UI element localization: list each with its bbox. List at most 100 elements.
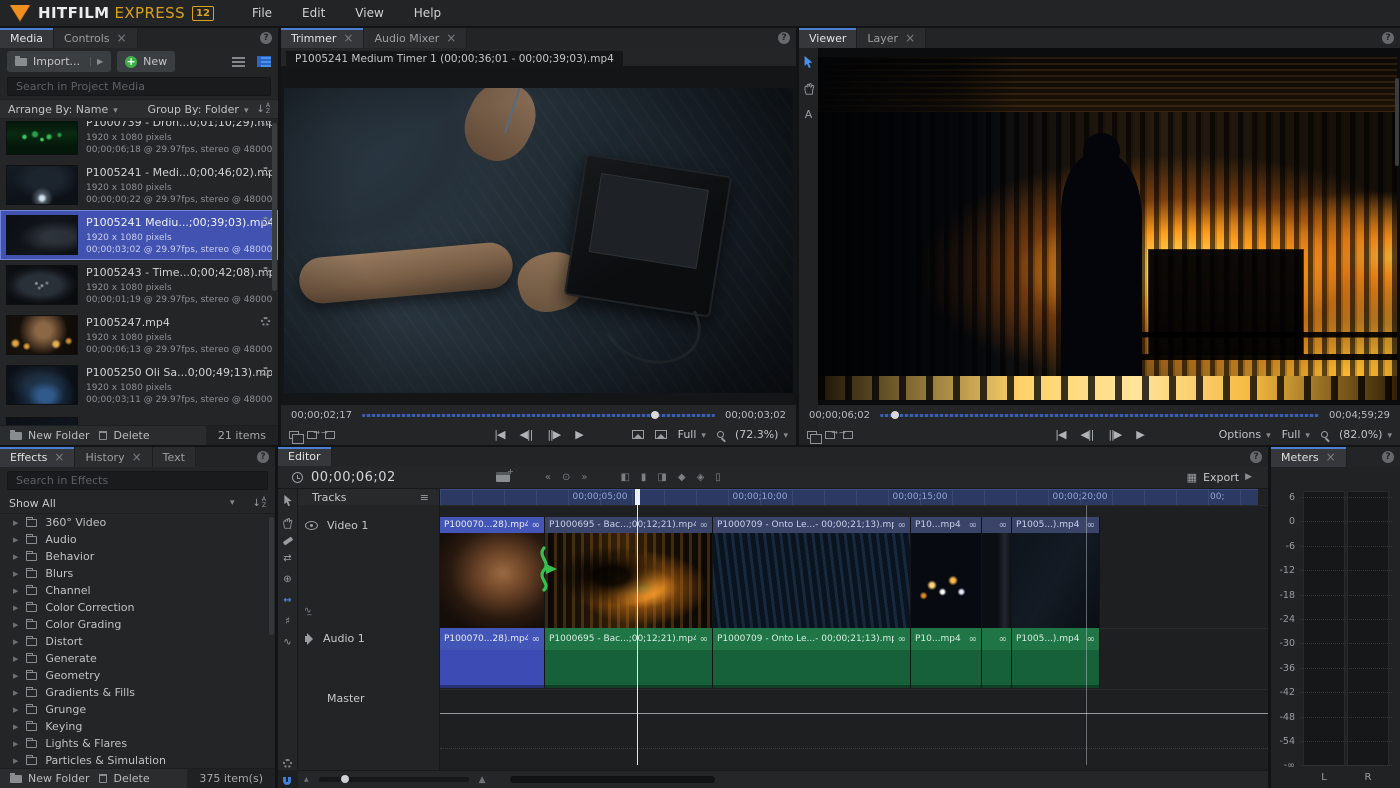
track-menu-icon[interactable]: ≡ <box>420 491 429 504</box>
timeline-clip[interactable] <box>982 628 1012 688</box>
snap-magnet-icon[interactable] <box>283 777 291 785</box>
delete-button[interactable]: Delete <box>99 772 149 785</box>
tab-media[interactable]: Media <box>0 28 54 48</box>
effects-folder-row[interactable]: ▶ Keying <box>0 718 275 735</box>
tab-editor[interactable]: Editor <box>278 447 332 466</box>
trimmer-scrubber[interactable] <box>362 414 715 417</box>
audio-track-header[interactable]: Audio 1 <box>305 632 365 645</box>
next-edit-icon[interactable]: » <box>581 472 587 483</box>
scrubber-thumb[interactable] <box>651 411 659 419</box>
tab-text[interactable]: Text <box>153 447 196 467</box>
tab-audio-mixer[interactable]: Audio Mixer <box>364 28 467 48</box>
go-to-start-button[interactable]: |◀ <box>1055 428 1065 441</box>
help-icon[interactable]: ? <box>257 451 269 463</box>
hand-tool-icon[interactable] <box>803 82 815 95</box>
slip-tool-icon[interactable]: ⇄ <box>283 553 291 564</box>
media-scrollbar[interactable] <box>272 123 277 291</box>
media-search-input[interactable] <box>7 77 271 96</box>
expand-arrow-icon[interactable]: ▶ <box>13 638 18 646</box>
current-edit-icon[interactable]: ⊙ <box>562 472 570 483</box>
help-icon[interactable]: ? <box>260 32 272 44</box>
gear-icon[interactable] <box>283 759 292 768</box>
expand-arrow-icon[interactable]: ▶ <box>13 587 18 595</box>
timeline-clip[interactable]: P1000709 - Onto Le...- 00;00;21;13).mp4 <box>713 517 911 628</box>
text-tool-icon[interactable]: A <box>805 108 813 121</box>
timeline-clip[interactable]: P10...mp4 <box>911 517 982 628</box>
effects-folder-row[interactable]: ▶ Geometry <box>0 667 275 684</box>
playhead[interactable] <box>637 489 638 765</box>
play-button[interactable]: ▶ <box>575 428 582 441</box>
effects-folder-row[interactable]: ▶ Gradients & Fills <box>0 684 275 701</box>
timeline-clip[interactable]: P10...mp4 <box>911 628 982 688</box>
gear-icon[interactable] <box>261 217 270 226</box>
media-item[interactable]: P1005243 - Time...0;00;42;08).mp4 1920 x… <box>0 260 278 310</box>
export-frame-icon[interactable] <box>307 431 317 439</box>
timeline-clip[interactable] <box>982 517 1012 628</box>
select-tool-icon[interactable] <box>803 55 814 69</box>
scrubber-thumb[interactable] <box>891 411 899 419</box>
timeline-zoom-slider[interactable] <box>319 777 469 782</box>
menu-item[interactable]: File <box>252 6 272 20</box>
expand-arrow-icon[interactable]: ▶ <box>13 706 18 714</box>
gear-icon[interactable] <box>261 167 270 176</box>
expand-arrow-icon[interactable]: ▶ <box>13 621 18 629</box>
slider-thumb[interactable] <box>341 775 349 783</box>
prev-edit-icon[interactable]: « <box>545 472 551 483</box>
new-folder-button[interactable]: New Folder <box>10 429 89 442</box>
transition-icon[interactable] <box>534 545 560 593</box>
effects-folder-row[interactable]: ▶ Lights & Flares <box>0 735 275 752</box>
tab-layer[interactable]: Layer <box>857 28 926 48</box>
help-icon[interactable]: ? <box>778 32 790 44</box>
expand-arrow-icon[interactable]: ▶ <box>13 553 18 561</box>
timeline-clip[interactable]: P1000695 - Bac...;00;12;21).mp4 <box>545 628 713 688</box>
effects-folder-row[interactable]: ▶ Color Correction <box>0 599 275 616</box>
close-icon[interactable] <box>905 32 915 45</box>
timeline-clip[interactable]: P1000695 - Bac...;00;12;21).mp4 <box>545 517 713 628</box>
help-icon[interactable]: ? <box>1382 32 1394 44</box>
timeline-clip[interactable]: P1000709 - Onto Le...- 00;00;21;13).mp4 <box>713 628 911 688</box>
detail-view-icon[interactable] <box>257 56 271 67</box>
viewer-fit-dropdown[interactable]: Full <box>1282 428 1310 441</box>
close-icon[interactable] <box>343 32 353 45</box>
media-item[interactable]: P1005241 - Medi...0;00;46;02).mp4 1920 x… <box>0 160 278 210</box>
tab-viewer[interactable]: Viewer <box>799 28 857 48</box>
step-forward-button[interactable]: ||▶ <box>1108 428 1121 441</box>
effects-folder-row[interactable]: ▶ Channel <box>0 582 275 599</box>
effects-folder-row[interactable]: ▶ Particles & Simulation <box>0 752 275 767</box>
video-track-header[interactable]: Video 1 <box>305 519 368 532</box>
go-to-start-button[interactable]: |◀ <box>494 428 504 441</box>
effects-folder-row[interactable]: ▶ 360° Video <box>0 514 275 531</box>
expand-arrow-icon[interactable]: ▶ <box>13 570 18 578</box>
menu-item[interactable]: Edit <box>302 6 325 20</box>
help-icon[interactable]: ? <box>1250 451 1262 463</box>
tab-history[interactable]: History <box>75 447 152 467</box>
add-slate-icon[interactable] <box>496 472 510 482</box>
arrange-by-dropdown[interactable]: Arrange By: Name <box>8 103 118 116</box>
menu-item[interactable]: View <box>355 6 383 20</box>
effects-folder-row[interactable]: ▶ Audio <box>0 531 275 548</box>
effects-folder-row[interactable]: ▶ Distort <box>0 633 275 650</box>
effects-folder-row[interactable]: ▶ Blurs <box>0 565 275 582</box>
timeline-clip[interactable]: P100070...28).mp4 <box>440 628 545 688</box>
hand-tool-icon[interactable] <box>282 517 293 529</box>
insert-icon[interactable] <box>843 431 853 439</box>
trimmer-fit-dropdown[interactable]: Full <box>678 428 706 441</box>
viewer-zoom-dropdown[interactable]: (82.0%) <box>1339 428 1392 441</box>
slice-tool-icon[interactable] <box>282 536 292 545</box>
select-tool-icon[interactable] <box>283 494 293 507</box>
slide-trim-icon[interactable]: ▯ <box>715 472 721 483</box>
audio-sync-icon[interactable]: ∿̲ <box>304 606 312 616</box>
close-icon[interactable] <box>132 451 142 464</box>
effects-scrollbar[interactable] <box>269 517 274 635</box>
new-folder-button[interactable]: New Folder <box>10 772 89 785</box>
new-button[interactable]: +New <box>117 51 175 72</box>
ripple-tool-icon[interactable]: ♯ <box>285 616 290 627</box>
loop-icon[interactable] <box>289 431 299 439</box>
speaker-icon[interactable] <box>305 636 308 642</box>
effects-filter-dropdown[interactable]: Show All ▾ ↓AZ <box>0 493 275 514</box>
envelope-tool-icon[interactable]: ∿ <box>283 637 291 648</box>
media-item[interactable]: P1000739 - Dron...0;01;10;29).mp4 1920 x… <box>0 121 278 160</box>
ripple-trim-icon[interactable]: ◆ <box>678 472 686 483</box>
timeline-ruler[interactable]: 00;00;05;0000;00;10;0000;00;15;0000;00;2… <box>440 489 1268 505</box>
timeline-scrollbar[interactable] <box>510 776 715 783</box>
